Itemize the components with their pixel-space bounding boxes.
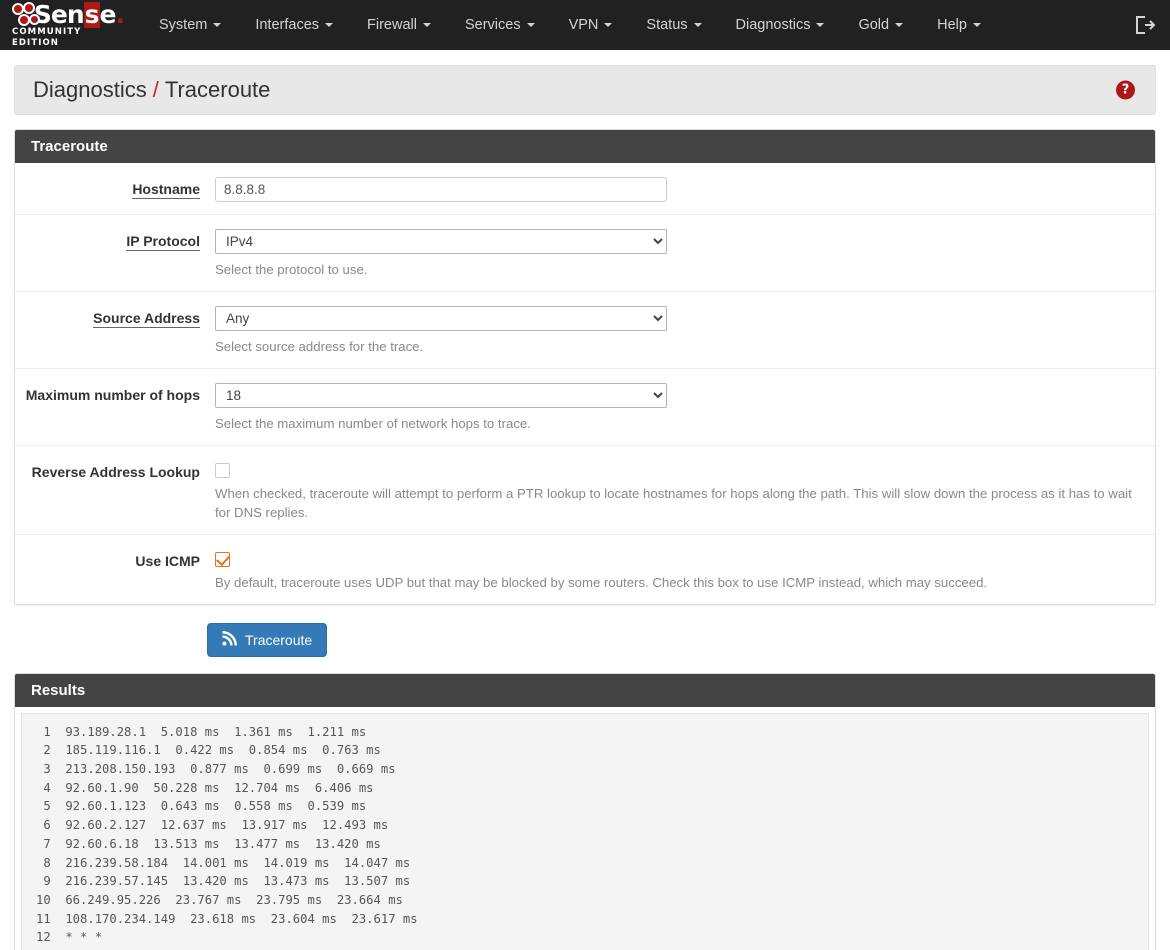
max-hops-help: Select the maximum number of network hop… xyxy=(215,416,531,431)
reverse-lookup-help: When checked, traceroute will attempt to… xyxy=(215,485,1132,520)
results-panel-title: Results xyxy=(15,673,1155,707)
nav-item-status[interactable]: Status xyxy=(629,0,718,50)
max-hops-field-wrap: 18 Select the maximum number of network … xyxy=(215,383,1155,433)
max-hops-select[interactable]: 18 xyxy=(215,383,667,408)
chevron-down-icon xyxy=(604,23,613,27)
pfsense-circles-icon xyxy=(12,1,40,28)
traceroute-submit-button[interactable]: Traceroute xyxy=(207,622,328,657)
reverse-lookup-label: Reverse Address Lookup xyxy=(31,464,200,480)
max-hops-label: Maximum number of hops xyxy=(25,387,200,403)
brand-name-highlight: s xyxy=(83,0,100,29)
brand-name-prefix: Sen xyxy=(33,0,85,29)
nav-item-help[interactable]: Help xyxy=(920,0,998,50)
form-row-use-icmp: Use ICMP By default, traceroute uses UDP… xyxy=(15,535,1155,604)
nav-label-services: Services xyxy=(464,17,521,33)
help-icon[interactable]: ? xyxy=(1116,80,1135,100)
nav-label-gold: Gold xyxy=(858,17,890,33)
traceroute-output: 1 93.189.28.1 5.018 ms 1.361 ms 1.211 ms… xyxy=(36,724,418,950)
brand-period: . xyxy=(115,0,125,29)
reverse-lookup-field-wrap: When checked, traceroute will attempt to… xyxy=(215,460,1155,522)
nav-item-firewall[interactable]: Firewall xyxy=(350,0,448,50)
traceroute-panel: Traceroute Hostname IP Protocol IPv4 Sel… xyxy=(14,129,1156,605)
results-panel: Results 1 93.189.28.1 5.018 ms 1.361 ms … xyxy=(14,672,1156,950)
nav-item-services[interactable]: Services xyxy=(448,0,552,50)
ip-protocol-label-text: IP Protocol xyxy=(126,233,200,251)
use-icmp-help: By default, traceroute uses UDP but that… xyxy=(215,574,988,590)
brand-name-suffix: e xyxy=(99,0,117,29)
chevron-down-icon xyxy=(693,23,702,27)
nav-item-gold[interactable]: Gold xyxy=(841,0,920,50)
breadcrumb-separator: / xyxy=(152,77,159,102)
nav-label-interfaces: Interfaces xyxy=(255,17,320,33)
nav-label-diagnostics: Diagnostics xyxy=(735,17,811,33)
source-address-select[interactable]: Any xyxy=(215,306,667,331)
traceroute-form: Hostname IP Protocol IPv4 Select the pro… xyxy=(15,163,1155,604)
chevron-down-icon xyxy=(526,23,535,27)
breadcrumb: Diagnostics / Traceroute ? xyxy=(14,65,1156,115)
form-row-max-hops: Maximum number of hops 18 Select the max… xyxy=(15,369,1155,446)
source-address-help: Select source address for the trace. xyxy=(215,339,424,354)
page-title: Traceroute xyxy=(164,77,271,102)
hostname-input[interactable] xyxy=(215,177,667,202)
brand-wordmark: Sen s e. xyxy=(33,0,125,29)
nav-label-help: Help xyxy=(937,17,967,33)
nav-label-vpn: VPN xyxy=(568,17,599,33)
nav-label-system: System xyxy=(159,17,208,33)
nav-item-system[interactable]: System xyxy=(142,0,238,50)
nav-label-status: Status xyxy=(646,17,688,33)
ip-protocol-label: IP Protocol xyxy=(15,229,215,279)
nav-item-vpn[interactable]: VPN xyxy=(552,0,630,50)
chevron-down-icon xyxy=(325,23,334,27)
chevron-down-icon xyxy=(422,23,431,27)
use-icmp-field-wrap: By default, traceroute uses UDP but that… xyxy=(215,549,1155,592)
nav-menu: System Interfaces Firewall Services VPN … xyxy=(142,0,998,50)
chevron-down-icon xyxy=(213,23,222,27)
source-address-label: Source Address xyxy=(15,306,215,356)
hostname-label: Hostname xyxy=(15,177,215,202)
hostname-field-wrap xyxy=(215,177,1155,202)
ip-protocol-field-wrap: IPv4 Select the protocol to use. xyxy=(215,229,1155,279)
chevron-down-icon xyxy=(895,23,904,27)
brand-top-row: Sen s e. xyxy=(12,0,125,29)
use-icmp-label: Use ICMP xyxy=(135,552,200,569)
traceroute-panel-title: Traceroute xyxy=(15,130,1155,163)
traceroute-submit-label: Traceroute xyxy=(245,631,313,648)
ip-protocol-select[interactable]: IPv4 xyxy=(215,229,667,254)
ip-protocol-help: Select the protocol to use. xyxy=(215,262,368,277)
logout-icon[interactable] xyxy=(1132,13,1156,37)
breadcrumb-container: Diagnostics / Traceroute ? xyxy=(0,50,1170,115)
hostname-label-text: Hostname xyxy=(132,181,200,199)
submit-row: Traceroute xyxy=(0,605,1170,657)
chevron-down-icon xyxy=(816,23,825,27)
top-navbar: Sen s e. COMMUNITY EDITION System Interfac… xyxy=(0,0,1170,50)
nav-item-diagnostics[interactable]: Diagnostics xyxy=(719,0,842,50)
source-address-field-wrap: Any Select source address for the trace. xyxy=(215,306,1155,356)
nav-item-interfaces[interactable]: Interfaces xyxy=(238,0,350,50)
breadcrumb-parent[interactable]: Diagnostics xyxy=(33,77,147,103)
signal-icon xyxy=(222,630,237,649)
submit-row-spacer xyxy=(0,623,207,657)
form-row-ip-protocol: IP Protocol IPv4 Select the protocol to … xyxy=(15,215,1155,292)
form-row-hostname: Hostname xyxy=(15,163,1155,215)
pfsense-logo[interactable]: Sen s e. COMMUNITY EDITION xyxy=(6,0,125,48)
reverse-lookup-checkbox[interactable] xyxy=(215,462,230,478)
source-address-label-text: Source Address xyxy=(93,310,200,328)
brand-subtitle: COMMUNITY EDITION xyxy=(12,26,82,48)
use-icmp-checkbox[interactable] xyxy=(215,551,230,567)
nav-label-firewall: Firewall xyxy=(367,17,417,33)
results-body: 1 93.189.28.1 5.018 ms 1.361 ms 1.211 ms… xyxy=(21,712,1149,950)
form-row-reverse-lookup: Reverse Address Lookup When checked, tra… xyxy=(15,446,1155,535)
form-row-source-address: Source Address Any Select source address… xyxy=(15,292,1155,369)
chevron-down-icon xyxy=(972,23,981,27)
